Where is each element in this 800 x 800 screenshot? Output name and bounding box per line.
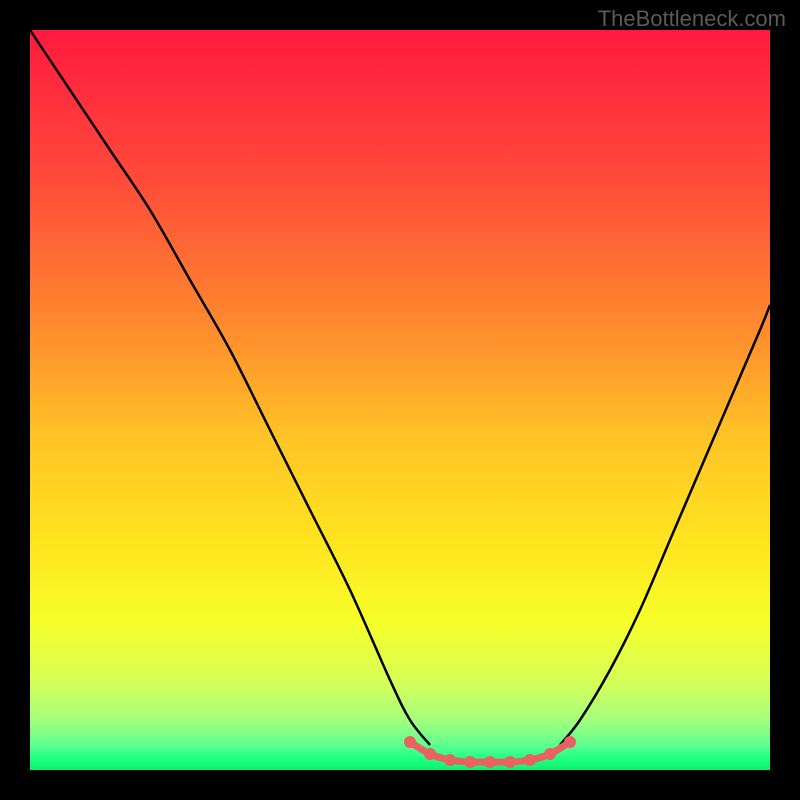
- optimal-range-point: [524, 754, 536, 766]
- optimal-range-point: [564, 736, 576, 748]
- optimal-range-point: [484, 756, 496, 768]
- optimal-range-point: [544, 748, 556, 760]
- optimal-range-point: [424, 748, 436, 760]
- chart-frame: [30, 30, 770, 770]
- watermark-text: TheBottleneck.com: [598, 6, 786, 32]
- gradient-background: [30, 30, 770, 770]
- optimal-range-point: [444, 754, 456, 766]
- optimal-range-point: [464, 756, 476, 768]
- optimal-range-point: [404, 736, 416, 748]
- chart-canvas: [30, 30, 770, 770]
- optimal-range-point: [504, 756, 516, 768]
